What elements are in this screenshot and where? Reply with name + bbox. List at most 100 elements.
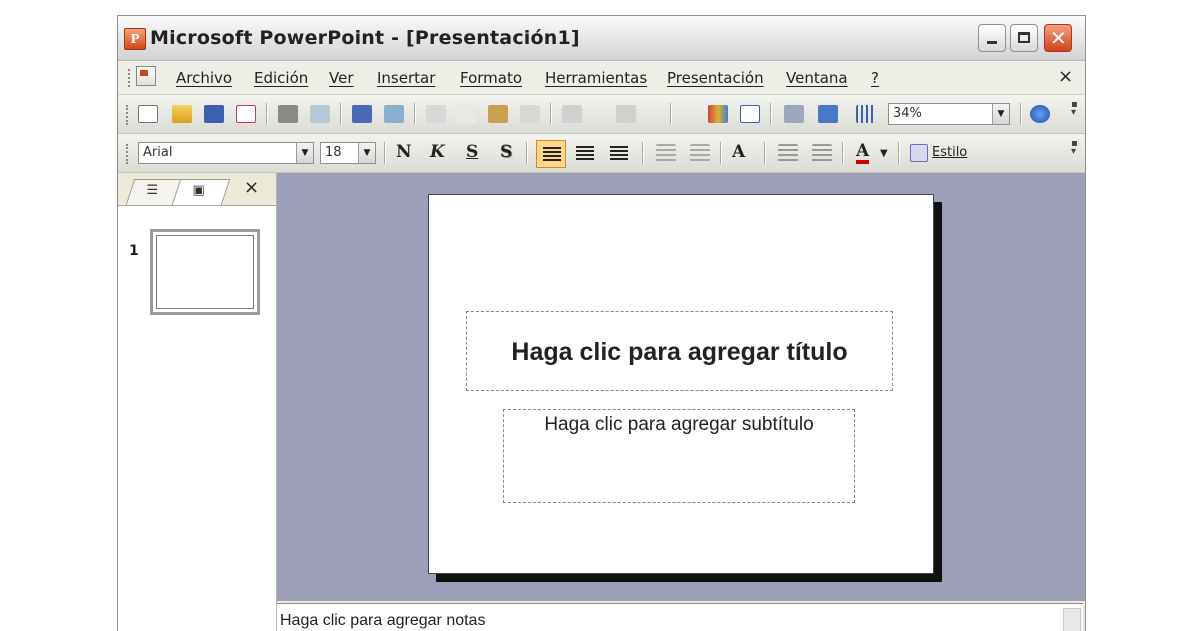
align-left-button[interactable]: [536, 140, 566, 168]
title-placeholder[interactable]: Haga clic para agregar título: [466, 311, 893, 391]
window-title: Microsoft PowerPoint - [Presentación1]: [150, 27, 580, 49]
align-center-icon: [576, 146, 594, 161]
tables-borders-icon[interactable]: [784, 105, 804, 123]
slides-outline-pane: ☰ ▣ × 1: [118, 173, 277, 631]
toolbar-separator: [898, 142, 900, 164]
decrease-indent-icon[interactable]: [778, 144, 798, 162]
toolbar-options-icon[interactable]: ▪ ▾: [1071, 100, 1081, 127]
chevron-down-icon[interactable]: ▼: [358, 143, 375, 163]
font-name-combo[interactable]: Arial ▼: [138, 142, 314, 164]
save-icon[interactable]: [204, 105, 224, 123]
format-painter-icon[interactable]: [520, 105, 540, 123]
minimize-button[interactable]: [978, 24, 1006, 52]
toolbar-separator: [266, 103, 268, 125]
powerpoint-app-icon[interactable]: P: [124, 28, 146, 50]
align-right-button[interactable]: [604, 140, 634, 168]
toolbar-separator: [764, 142, 766, 164]
outline-icon: ☰: [146, 183, 159, 198]
insert-chart-icon[interactable]: [708, 105, 728, 123]
document-control-icon[interactable]: [136, 66, 156, 86]
grow-font-button[interactable]: A: [732, 142, 745, 162]
help-icon[interactable]: [1030, 105, 1050, 123]
subtitle-placeholder[interactable]: Haga clic para agregar subtítulo: [503, 409, 855, 503]
pane-tabstrip: ☰ ▣ ×: [118, 173, 276, 206]
notes-placeholder[interactable]: Haga clic para agregar notas: [280, 612, 485, 630]
copy-icon[interactable]: [456, 105, 476, 123]
menu-insertar[interactable]: Insertar: [377, 69, 435, 87]
menu-herramientas[interactable]: Herramientas: [545, 69, 647, 87]
research-icon[interactable]: [384, 105, 404, 123]
toolbar-separator: [1020, 103, 1022, 125]
menu-ver[interactable]: Ver: [329, 69, 354, 87]
menu-grip[interactable]: [128, 69, 133, 87]
print-preview-icon[interactable]: [310, 105, 330, 123]
powerpoint-window: P Microsoft PowerPoint - [Presentación1]…: [117, 15, 1086, 631]
undo-icon[interactable]: [562, 105, 582, 123]
toolbar-separator: [770, 103, 772, 125]
align-right-icon: [610, 146, 628, 161]
shadow-button[interactable]: S: [500, 142, 512, 162]
insert-table-icon[interactable]: [740, 105, 760, 123]
formatting-toolbar: Arial ▼ 18 ▼ N K S S A A ▼ Estilo ▪ ▾: [118, 134, 1085, 173]
minimize-icon: [987, 41, 997, 44]
cut-icon[interactable]: [426, 105, 446, 123]
bold-button[interactable]: N: [396, 142, 412, 162]
chevron-down-icon[interactable]: ▼: [992, 104, 1009, 124]
redo-icon[interactable]: [616, 105, 636, 123]
spelling-icon[interactable]: [352, 105, 372, 123]
toolbar-separator: [550, 103, 552, 125]
slides-icon: ▣: [192, 183, 205, 198]
maximize-button[interactable]: [1010, 24, 1038, 52]
align-center-button[interactable]: [570, 140, 600, 168]
menu-archivo[interactable]: Archivo: [176, 69, 232, 87]
font-size-combo[interactable]: 18 ▼: [320, 142, 376, 164]
open-icon[interactable]: [172, 105, 192, 123]
show-grid-icon[interactable]: [856, 105, 876, 123]
bullets-icon[interactable]: [690, 144, 710, 162]
close-window-button[interactable]: ✕: [1044, 24, 1072, 52]
toolbar-separator: [670, 103, 672, 125]
print-icon[interactable]: [278, 105, 298, 123]
notes-scrollbar[interactable]: [1063, 608, 1081, 631]
font-size-value: 18: [325, 145, 342, 160]
underline-button[interactable]: S: [466, 142, 478, 162]
slide-thumbnail[interactable]: [150, 229, 260, 315]
align-left-icon: [543, 147, 561, 162]
menu-presentacion[interactable]: Presentación: [667, 69, 764, 87]
expand-all-icon[interactable]: [818, 105, 838, 123]
italic-button[interactable]: K: [430, 142, 445, 162]
title-bar[interactable]: P Microsoft PowerPoint - [Presentación1]…: [118, 16, 1085, 61]
font-name-value: Arial: [143, 145, 173, 160]
toolbar-options-icon[interactable]: ▪ ▾: [1071, 139, 1081, 166]
chevron-down-icon[interactable]: ▼: [296, 143, 313, 163]
menu-ventana[interactable]: Ventana: [786, 69, 848, 87]
font-color-button[interactable]: A: [856, 142, 870, 164]
toolbar-separator: [720, 142, 722, 164]
paste-icon[interactable]: [488, 105, 508, 123]
toolbar-separator: [642, 142, 644, 164]
zoom-value: 34%: [893, 106, 922, 121]
design-icon[interactable]: [910, 144, 928, 162]
toolbar-grip[interactable]: [126, 105, 131, 125]
style-button[interactable]: Estilo: [932, 145, 967, 160]
menu-help[interactable]: ?: [871, 69, 879, 87]
maximize-icon: [1018, 32, 1030, 43]
close-pane-button[interactable]: ×: [244, 177, 259, 198]
toolbar-separator: [340, 103, 342, 125]
new-icon[interactable]: [138, 105, 158, 123]
toolbar-separator: [384, 142, 386, 164]
font-color-dropdown-icon[interactable]: ▼: [880, 148, 888, 159]
increase-indent-icon[interactable]: [812, 144, 832, 162]
zoom-combo[interactable]: 34% ▼: [888, 103, 1010, 125]
numbering-icon[interactable]: [656, 144, 676, 162]
slide-editing-area: Haga clic para agregar título Haga clic …: [277, 173, 1085, 601]
notes-pane[interactable]: Haga clic para agregar notas: [277, 603, 1083, 631]
tab-slides[interactable]: ▣: [171, 179, 231, 205]
permission-icon[interactable]: [236, 105, 256, 123]
menu-edicion[interactable]: Edición: [254, 69, 308, 87]
standard-toolbar: 34% ▼ ▪ ▾: [118, 95, 1085, 134]
slide-canvas[interactable]: Haga clic para agregar título Haga clic …: [428, 194, 934, 574]
close-document-button[interactable]: ×: [1058, 66, 1073, 87]
toolbar-grip[interactable]: [126, 144, 131, 164]
menu-formato[interactable]: Formato: [460, 69, 522, 87]
